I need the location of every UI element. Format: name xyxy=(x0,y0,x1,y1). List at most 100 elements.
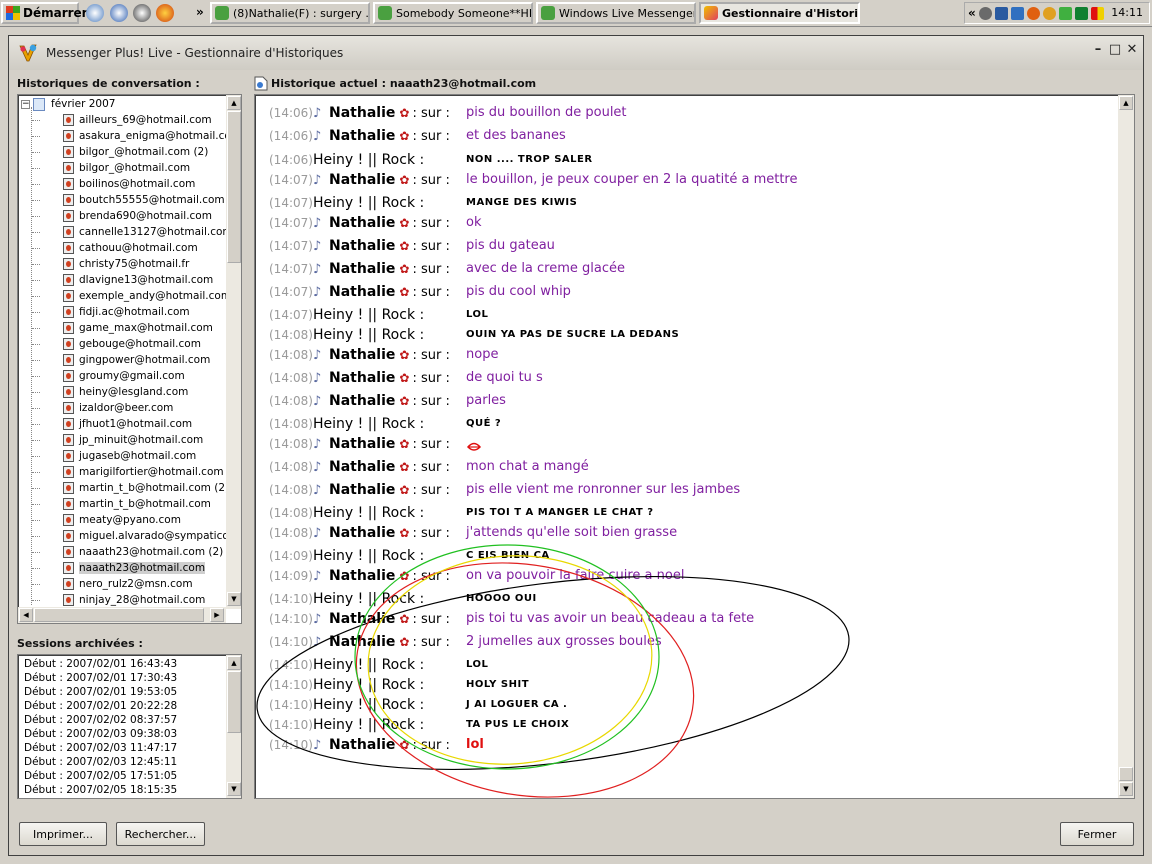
tree-contact-item[interactable]: asakura_enigma@hotmail.com xyxy=(63,128,241,144)
session-item[interactable]: Début : 2007/02/05 18:15:35 xyxy=(24,784,177,796)
tree-contact-item[interactable]: martin_t_b@hotmail.com (2) xyxy=(63,480,229,496)
tray-gear-icon[interactable] xyxy=(1042,6,1056,20)
tree-contact-item[interactable]: jugaseb@hotmail.com xyxy=(63,448,196,464)
history-tree[interactable]: − février 2007 ailleurs_69@hotmail.comas… xyxy=(17,94,242,624)
tree-contact-item[interactable]: ninjay_28@hotmail.com xyxy=(63,592,205,608)
session-item[interactable]: Début : 2007/02/01 16:43:43 xyxy=(24,658,177,670)
session-item[interactable]: Début : 2007/02/05 17:51:05 xyxy=(24,770,177,782)
tree-contact-item[interactable]: nero_rulz2@msn.com xyxy=(63,576,193,592)
print-button[interactable]: Imprimer... xyxy=(19,822,107,846)
tree-contact-item[interactable]: cathouu@hotmail.com xyxy=(63,240,198,256)
task-button-gestionnaire[interactable]: Gestionnaire d'Histori... xyxy=(699,2,860,24)
tree-contact-item[interactable]: naaath23@hotmail.com (2) xyxy=(63,544,223,560)
quicklaunch-ie-icon[interactable] xyxy=(110,4,128,22)
chat-log[interactable]: (14:06) ♪ Nathalie ✿: sur : pis du bouillon … xyxy=(254,94,1135,799)
tree-contact-item[interactable]: christy75@hotmail.fr xyxy=(63,256,189,272)
scroll-up-icon[interactable]: ▲ xyxy=(1119,96,1133,110)
tray-sun-icon[interactable] xyxy=(1026,6,1040,20)
scroll-down-icon[interactable]: ▼ xyxy=(227,592,241,606)
tree-contact-item[interactable]: game_max@hotmail.com xyxy=(63,320,213,336)
scroll-up-icon[interactable]: ▲ xyxy=(227,656,241,670)
document-icon xyxy=(254,76,268,91)
tray-network-icon[interactable] xyxy=(978,6,992,20)
collapse-icon[interactable]: − xyxy=(21,99,30,109)
quicklaunch-firefox-icon[interactable] xyxy=(156,4,174,22)
tree-connector xyxy=(32,136,40,137)
tree-connector xyxy=(32,184,40,185)
tree-hscrollbar[interactable]: ◀ ▶ xyxy=(18,607,226,623)
session-item[interactable]: Début : 2007/02/03 12:45:11 xyxy=(24,756,177,768)
tree-contact-item[interactable]: izaldor@beer.com xyxy=(63,400,173,416)
tray-antenna-icon[interactable] xyxy=(1074,6,1088,20)
tree-contact-item[interactable]: meaty@pyano.com xyxy=(63,512,181,528)
scroll-thumb[interactable] xyxy=(1119,767,1133,781)
task-button-somebody[interactable]: Somebody Someone**HI... xyxy=(373,2,533,24)
scroll-down-icon[interactable]: ▼ xyxy=(227,782,241,796)
tray-flag-icon[interactable] xyxy=(1090,6,1104,20)
search-button[interactable]: Rechercher... xyxy=(116,822,205,846)
tree-contact-item[interactable]: brenda690@hotmail.com xyxy=(63,208,212,224)
tree-contact-label: nero_rulz2@msn.com xyxy=(79,578,193,590)
session-item[interactable]: Début : 2007/02/01 20:22:28 xyxy=(24,700,177,712)
tree-contact-item[interactable]: bilgor_@hotmail.com (2) xyxy=(63,144,208,160)
tree-contact-item[interactable]: jfhuot1@hotmail.com xyxy=(63,416,192,432)
scroll-right-icon[interactable]: ▶ xyxy=(210,608,224,622)
tree-contact-item[interactable]: gebouge@hotmail.com xyxy=(63,336,201,352)
minimize-button[interactable]: – xyxy=(1091,43,1105,57)
scroll-thumb[interactable] xyxy=(227,111,241,263)
conversation-log-icon xyxy=(63,402,74,414)
scroll-left-icon[interactable]: ◀ xyxy=(19,608,33,622)
tray-clock: 14:11 xyxy=(1111,6,1143,19)
tree-contact-item[interactable]: ailleurs_69@hotmail.com xyxy=(63,112,212,128)
tree-contact-item[interactable]: dlavigne13@hotmail.com xyxy=(63,272,213,288)
tree-folder-row[interactable]: − février 2007 xyxy=(21,96,115,112)
tree-contact-item[interactable]: boutch55555@hotmail.com xyxy=(63,192,225,208)
title-bar[interactable]: Messenger Plus! Live - Gestionnaire d'Hi… xyxy=(9,36,1143,70)
tree-contact-item[interactable]: miguel.alvarado@sympatico.ca xyxy=(63,528,242,544)
tree-contact-label: miguel.alvarado@sympatico.ca xyxy=(79,530,242,542)
tree-contact-item[interactable]: heiny@lesgland.com xyxy=(63,384,188,400)
session-item[interactable]: Début : 2007/02/02 08:37:57 xyxy=(24,714,177,726)
session-item[interactable]: Début : 2007/02/01 19:53:05 xyxy=(24,686,177,698)
tree-contact-label: boilinos@hotmail.com xyxy=(79,178,196,190)
quicklaunch-settings-icon[interactable] xyxy=(86,4,104,22)
tree-contact-item[interactable]: martin_t_b@hotmail.com xyxy=(63,496,211,512)
close-window-button[interactable]: ✕ xyxy=(1125,43,1139,57)
tree-contact-item[interactable]: naaath23@hotmail.com xyxy=(63,560,206,576)
scroll-up-icon[interactable]: ▲ xyxy=(227,96,241,110)
quicklaunch-media-icon[interactable] xyxy=(133,4,151,22)
tree-contact-item[interactable]: bilgor_@hotmail.com xyxy=(63,160,190,176)
tree-contact-label: asakura_enigma@hotmail.com xyxy=(79,130,242,142)
quicklaunch-chevron[interactable]: » xyxy=(196,5,204,19)
scroll-thumb[interactable] xyxy=(227,671,241,733)
chat-vscrollbar[interactable]: ▲ ▼ xyxy=(1118,95,1134,798)
tree-contact-item[interactable]: cannelle13127@hotmail.com xyxy=(63,224,233,240)
session-item[interactable]: Début : 2007/02/03 11:47:17 xyxy=(24,742,177,754)
tree-contact-label: boutch55555@hotmail.com xyxy=(79,194,225,206)
tray-wifi-icon[interactable] xyxy=(1058,6,1072,20)
tree-contact-item[interactable]: marigilfortier@hotmail.com xyxy=(63,464,224,480)
start-button[interactable]: Démarrer xyxy=(1,2,88,24)
tree-contact-item[interactable]: groumy@gmail.com xyxy=(63,368,185,384)
task-button-nathalie[interactable]: (8)Nathalie(F) : surgery ... xyxy=(210,2,370,24)
task-label: Windows Live Messenger xyxy=(559,6,696,20)
tree-contact-item[interactable]: boilinos@hotmail.com xyxy=(63,176,195,192)
tree-contact-item[interactable]: jp_minuit@hotmail.com xyxy=(63,432,203,448)
tree-vscrollbar[interactable]: ▲ ▼ xyxy=(226,95,241,609)
sessions-vscrollbar[interactable]: ▲ ▼ xyxy=(226,655,241,798)
hscroll-thumb[interactable] xyxy=(34,608,204,622)
maximize-button[interactable]: □ xyxy=(1108,43,1122,57)
sessions-list[interactable]: Début : 2007/02/01 16:43:43 Début : 2007/… xyxy=(17,654,242,799)
tray-chevron[interactable]: « xyxy=(968,6,976,20)
close-button[interactable]: Fermer xyxy=(1060,822,1134,846)
tree-contact-label: meaty@pyano.com xyxy=(79,514,181,526)
tree-contact-item[interactable]: fidji.ac@hotmail.com xyxy=(63,304,190,320)
tray-monitor-icon[interactable] xyxy=(1010,6,1024,20)
task-button-messenger[interactable]: Windows Live Messenger xyxy=(536,2,696,24)
session-item[interactable]: Début : 2007/02/03 09:38:03 xyxy=(24,728,177,740)
session-item[interactable]: Début : 2007/02/01 17:30:43 xyxy=(24,672,177,684)
tree-contact-item[interactable]: gingpower@hotmail.com xyxy=(63,352,210,368)
scroll-down-icon[interactable]: ▼ xyxy=(1119,782,1133,796)
tree-contact-item[interactable]: exemple_andy@hotmail.com xyxy=(63,288,231,304)
tray-display-icon[interactable] xyxy=(994,6,1008,20)
